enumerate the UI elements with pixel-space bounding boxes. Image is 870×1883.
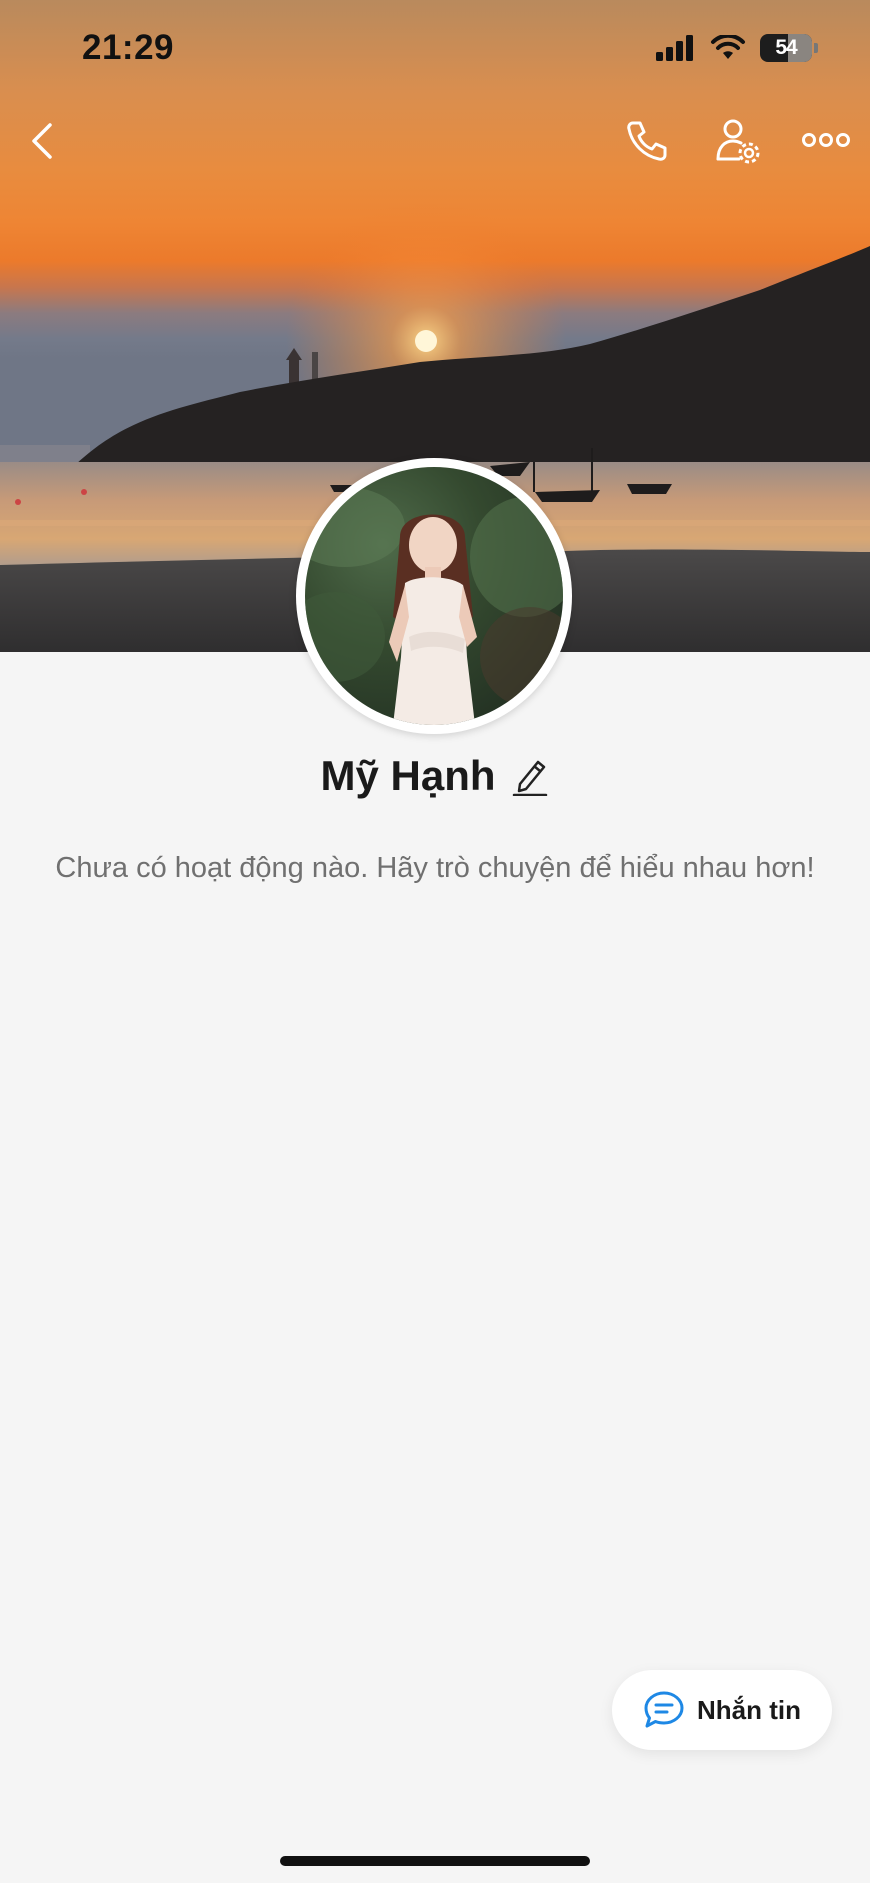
more-horizontal-icon xyxy=(802,133,850,147)
empty-activity-text: Chưa có hoạt động nào. Hãy trò chuyện để… xyxy=(55,852,815,884)
home-indicator[interactable] xyxy=(280,1856,590,1866)
profile-settings-button[interactable] xyxy=(710,114,766,168)
profile-name: Mỹ Hạnh xyxy=(320,752,496,799)
edit-name-button[interactable] xyxy=(510,754,550,798)
wifi-icon xyxy=(711,35,745,59)
call-button[interactable] xyxy=(622,116,672,166)
avatar-photo xyxy=(305,487,563,725)
status-time: 21:29 xyxy=(82,28,175,67)
status-icons: 54 xyxy=(656,34,818,62)
user-settings-icon xyxy=(716,119,760,164)
battery-indicator: 54 xyxy=(760,34,812,62)
back-button[interactable] xyxy=(22,116,62,166)
profile-name-row: Mỹ Hạnh xyxy=(0,752,870,800)
chevron-left-icon xyxy=(32,123,52,159)
more-button[interactable] xyxy=(796,120,856,160)
battery-level: 54 xyxy=(775,36,797,59)
phone-icon xyxy=(627,121,667,161)
send-message-button[interactable]: Nhắn tin xyxy=(612,1670,832,1750)
avatar[interactable] xyxy=(305,467,563,725)
send-message-label: Nhắn tin xyxy=(697,1694,801,1725)
pencil-icon xyxy=(512,760,547,796)
status-bar: 21:29 54 xyxy=(0,0,870,100)
battery-tip xyxy=(814,43,818,53)
chat-bubble-icon xyxy=(644,1691,684,1728)
cellular-signal-icon xyxy=(656,35,693,61)
avatar-ring[interactable] xyxy=(296,458,572,734)
